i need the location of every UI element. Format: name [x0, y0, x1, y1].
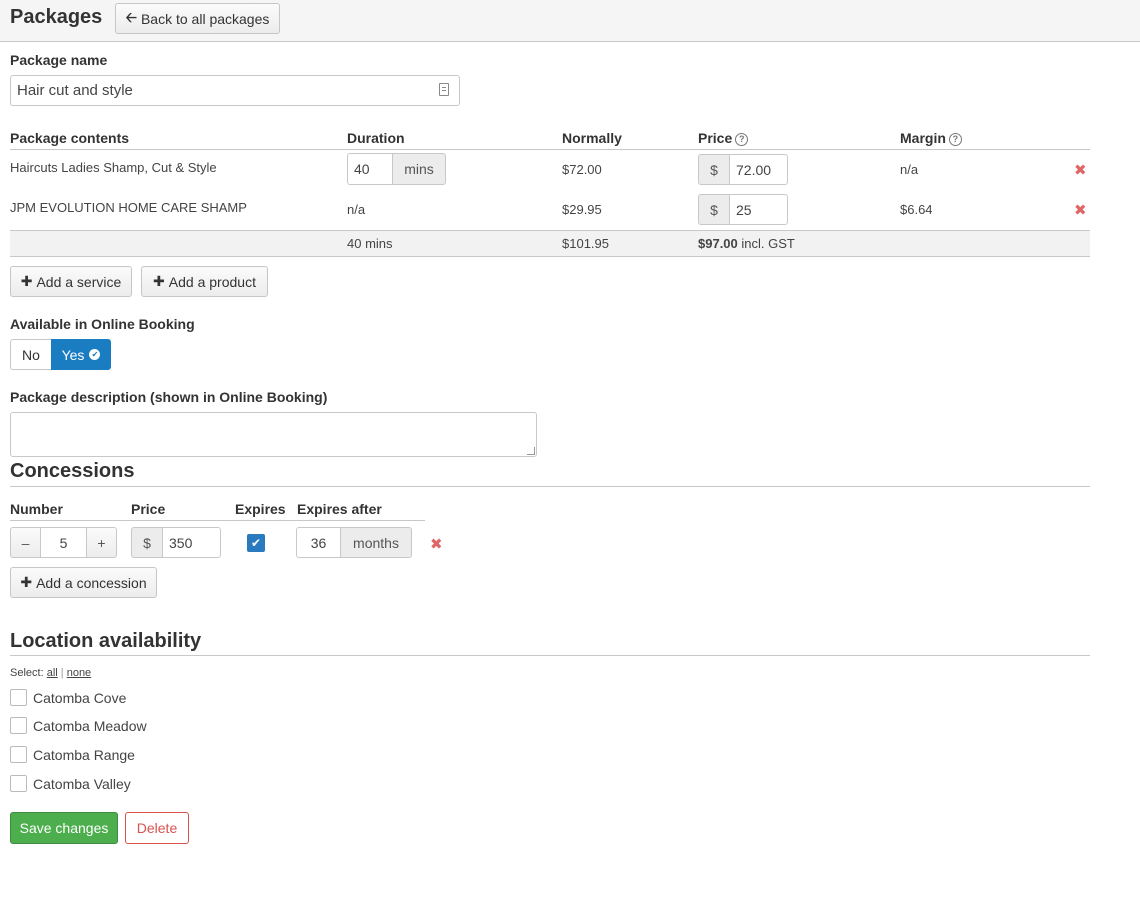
top-bar: Packages 🡠 Back to all packages — [0, 0, 1140, 42]
add-product-label: Add a product — [168, 273, 256, 290]
save-button[interactable]: Save changes — [10, 812, 118, 844]
package-name-input[interactable]: Hair cut and style — [10, 75, 460, 106]
back-button[interactable]: 🡠 Back to all packages — [115, 3, 280, 34]
expires-checkbox[interactable]: ✔ — [247, 534, 265, 552]
currency-addon: $ — [698, 194, 730, 225]
location-label: Catomba Meadow — [33, 718, 147, 734]
divider — [10, 149, 1090, 150]
price-input[interactable]: 25 — [729, 194, 788, 225]
add-service-button[interactable]: ✚ Add a service — [10, 266, 132, 297]
divider — [10, 520, 425, 521]
price-value: 72.00 — [736, 161, 772, 178]
expires-after-value: 36 — [310, 534, 327, 551]
number-input[interactable]: 5 — [40, 527, 87, 558]
plus-icon: ✚ — [153, 273, 165, 289]
margin-header: Margin? — [900, 130, 962, 146]
total-normally: $101.95 — [562, 236, 609, 251]
save-label: Save changes — [19, 820, 109, 836]
price-value: 25 — [736, 201, 752, 218]
location-checkbox[interactable] — [10, 717, 27, 734]
help-icon[interactable]: ? — [948, 132, 962, 146]
row-normally: $72.00 — [562, 162, 602, 177]
months-addon: months — [340, 527, 412, 558]
row-item-name: Haircuts Ladies Shamp, Cut & Style — [10, 160, 217, 175]
select-separator: | — [60, 667, 64, 679]
concessions-title: Concessions — [10, 460, 135, 482]
expires-header: Expires — [235, 501, 286, 517]
location-checkbox[interactable] — [10, 746, 27, 763]
yes-label: Yes — [61, 346, 85, 363]
select-all-link[interactable]: all — [47, 667, 58, 679]
select-none-link[interactable]: none — [67, 667, 91, 679]
arrow-left-icon: 🡠 — [125, 8, 137, 25]
duration-value: 40 — [354, 161, 370, 177]
row-duration: n/a — [347, 202, 366, 217]
number-header: Number — [10, 501, 63, 517]
add-concession-button[interactable]: ✚ Add a concession — [10, 567, 157, 598]
currency-addon: $ — [131, 527, 163, 558]
normally-header: Normally — [562, 130, 622, 146]
check-circle-icon: ✔ — [89, 349, 101, 360]
delete-button[interactable]: Delete — [125, 812, 189, 844]
delete-label: Delete — [136, 820, 178, 836]
concession-price-input[interactable]: 350 — [162, 527, 221, 558]
online-booking-label: Available in Online Booking — [10, 316, 195, 332]
contents-header: Package contents — [10, 130, 130, 146]
location-label: Catomba Range — [33, 747, 135, 763]
contact-card-icon — [439, 83, 449, 96]
row-margin: $6.64 — [900, 202, 933, 217]
add-service-label: Add a service — [36, 273, 122, 290]
plus-icon: ✚ — [20, 574, 33, 590]
select-links: Select: all | none — [10, 667, 91, 679]
remove-icon[interactable]: ✖ — [1074, 201, 1087, 219]
number-value: 5 — [59, 534, 68, 551]
back-button-label: Back to all packages — [140, 10, 270, 27]
online-booking-no-toggle[interactable]: No — [10, 339, 52, 370]
expires-after-input[interactable]: 36 — [296, 527, 341, 558]
location-checkbox[interactable] — [10, 689, 27, 706]
total-price-value: $97.00 — [698, 236, 738, 251]
remove-icon[interactable]: ✖ — [1074, 161, 1087, 179]
increment-button[interactable]: + — [86, 527, 117, 558]
plus-icon: ✚ — [20, 273, 33, 289]
page-title: Packages — [10, 6, 103, 28]
add-product-button[interactable]: ✚ Add a product — [141, 266, 268, 297]
help-icon[interactable]: ? — [735, 132, 749, 146]
resize-handle-icon[interactable] — [527, 447, 535, 455]
margin-header-label: Margin — [900, 130, 946, 146]
duration-header: Duration — [347, 130, 405, 146]
price-header: Price? — [698, 130, 749, 146]
package-name-label: Package name — [10, 52, 108, 68]
currency-addon: $ — [698, 154, 730, 185]
total-duration: 40 mins — [347, 236, 393, 251]
duration-input[interactable]: 40 — [347, 153, 393, 185]
add-concession-label: Add a concession — [36, 574, 147, 591]
row-item-name: JPM EVOLUTION HOME CARE SHAMP — [10, 200, 247, 215]
row-normally: $29.95 — [562, 202, 602, 217]
no-label: No — [22, 346, 40, 363]
divider — [10, 486, 1090, 487]
concession-price-header: Price — [131, 501, 166, 517]
price-input[interactable]: 72.00 — [729, 154, 788, 185]
divider — [10, 655, 1090, 656]
price-header-label: Price — [698, 130, 733, 146]
decrement-button[interactable]: – — [10, 527, 41, 558]
location-label: Catomba Cove — [33, 690, 127, 706]
select-prefix: Select: — [10, 667, 44, 679]
totals-row — [10, 230, 1090, 257]
expires-after-header: Expires after — [297, 501, 382, 517]
location-label: Catomba Valley — [33, 776, 131, 792]
row-margin: n/a — [900, 162, 919, 177]
location-checkbox[interactable] — [10, 775, 27, 792]
description-label: Package description (shown in Online Boo… — [10, 389, 328, 405]
package-name-value: Hair cut and style — [17, 82, 133, 99]
location-title: Location availability — [10, 630, 202, 652]
concession-price-value: 350 — [169, 534, 193, 551]
total-price: $97.00 incl. GST — [698, 236, 795, 251]
total-price-suffix: incl. GST — [741, 236, 795, 251]
description-textarea[interactable] — [10, 412, 537, 457]
online-booking-yes-toggle[interactable]: Yes ✔ — [51, 339, 111, 370]
remove-icon[interactable]: ✖ — [430, 535, 443, 553]
duration-unit-addon: mins — [392, 153, 446, 185]
